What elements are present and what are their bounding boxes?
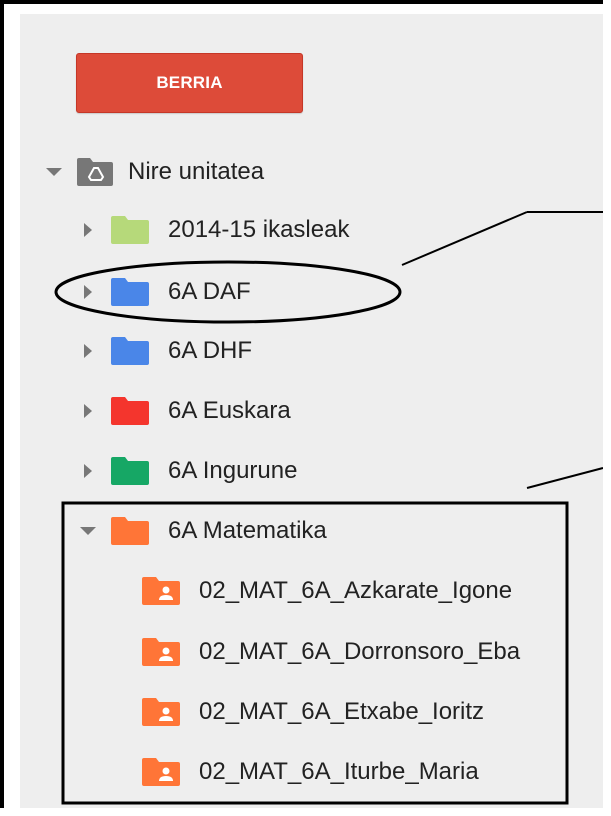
tree-item-shared-folder[interactable]: 02_MAT_6A_Dorronsoro_Eba xyxy=(141,632,520,672)
folder-icon xyxy=(111,337,149,365)
tree-item-label: 6A DAF xyxy=(168,278,251,305)
folder-icon xyxy=(111,397,149,425)
tree-item-label: 02_MAT_6A_Dorronsoro_Eba xyxy=(199,638,521,665)
shared-folder-icon xyxy=(142,577,180,605)
folder-icon xyxy=(111,457,149,485)
collapse-arrow-icon[interactable] xyxy=(80,527,96,535)
shared-folder-icon xyxy=(142,758,180,786)
tree-item-folder[interactable]: 6A Ingurune xyxy=(84,451,297,491)
tree-item-shared-folder[interactable]: 02_MAT_6A_Azkarate_Igone xyxy=(141,571,512,611)
tree-item-label: 02_MAT_6A_Etxabe_Ioritz xyxy=(199,698,485,725)
tree-item-folder[interactable]: 6A Euskara xyxy=(84,391,291,431)
tree-item-label: Nire unitatea xyxy=(128,158,265,185)
tree-item-folder[interactable]: 6A DHF xyxy=(84,331,252,371)
tree-item-label: 6A Ingurune xyxy=(168,457,298,484)
tree-item-folder-expanded[interactable]: 6A Matematika xyxy=(80,511,327,551)
tree-item-label: 2014-15 ikasleak xyxy=(168,216,350,243)
bottom-margin xyxy=(0,808,611,816)
tree-item-label: 02_MAT_6A_Azkarate_Igone xyxy=(199,577,513,604)
tree-item-label: 6A DHF xyxy=(168,337,253,364)
folder-icon xyxy=(111,216,149,244)
expand-arrow-icon[interactable] xyxy=(84,223,92,237)
right-margin xyxy=(603,0,611,816)
expand-arrow-icon[interactable] xyxy=(84,344,92,358)
expand-arrow-icon[interactable] xyxy=(84,464,92,478)
tree-item-label: 6A Euskara xyxy=(168,397,291,424)
folder-icon xyxy=(111,278,149,306)
expand-arrow-icon[interactable] xyxy=(84,285,92,299)
tree-item-folder[interactable]: 2014-15 ikasleak xyxy=(84,210,349,250)
tree-item-shared-folder[interactable]: 02_MAT_6A_Iturbe_Maria xyxy=(141,752,479,792)
tree-item-label: 02_MAT_6A_Iturbe_Maria xyxy=(199,758,479,785)
tree-item-my-drive[interactable]: Nire unitatea xyxy=(46,152,264,192)
folder-icon xyxy=(111,517,149,545)
new-button[interactable]: BERRIA xyxy=(76,53,303,113)
expand-arrow-icon[interactable] xyxy=(84,404,92,418)
shared-folder-icon xyxy=(142,698,180,726)
tree-item-label: 6A Matematika xyxy=(168,517,327,544)
expand-arrow-icon[interactable] xyxy=(46,168,62,176)
tree-item-folder[interactable]: 6A DAF xyxy=(84,272,251,312)
shared-folder-icon xyxy=(142,638,180,666)
drive-folder-icon xyxy=(77,158,113,186)
tree-item-shared-folder[interactable]: 02_MAT_6A_Etxabe_Ioritz xyxy=(141,692,484,732)
